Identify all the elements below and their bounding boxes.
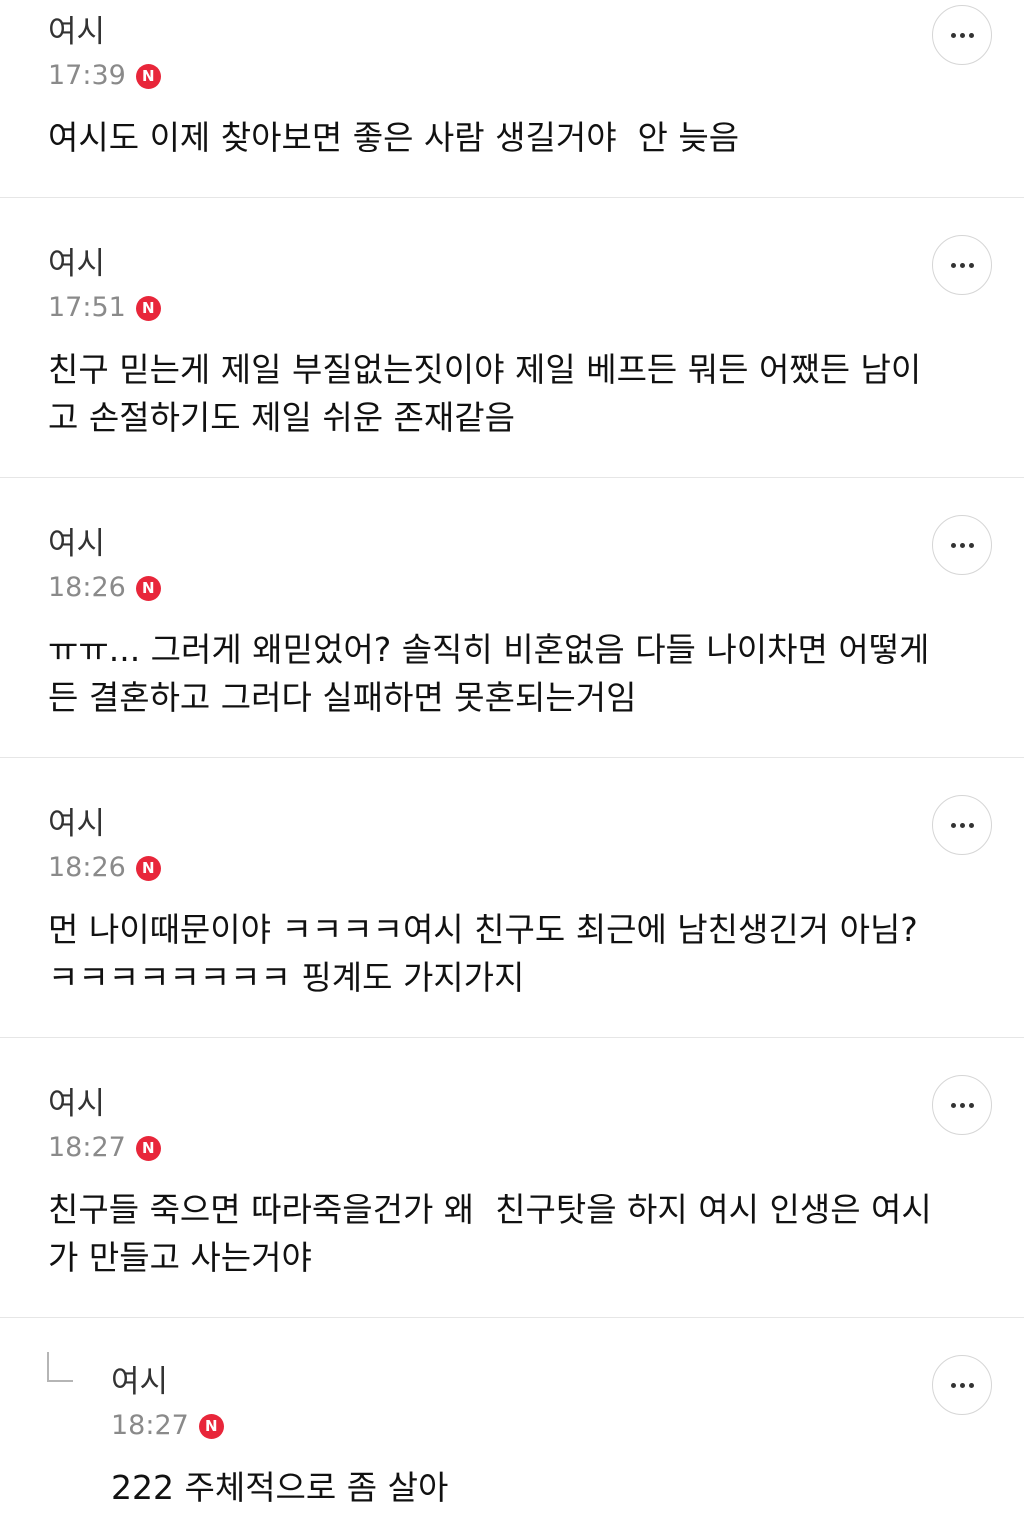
comment-meta: 17:39 N	[48, 56, 944, 96]
more-options-button[interactable]	[932, 1075, 992, 1135]
reply-text: 222 주체적으로 좀 살아	[111, 1468, 449, 1507]
comment-time: 18:27	[48, 1132, 126, 1163]
comment-content: 여시 17:39 N 여시도 이제 찾아보면 좋은 사람 생길거야 안 늦음	[48, 12, 944, 162]
more-options-button[interactable]	[932, 235, 992, 295]
new-badge-icon: N	[135, 855, 161, 881]
new-badge-icon: N	[135, 1135, 161, 1161]
new-badge-icon: N	[198, 1413, 224, 1439]
reply-author[interactable]: 여시	[111, 1362, 944, 1402]
comment-time: 18:26	[48, 572, 126, 603]
comment-content: 여시 18:27 N 친구들 죽으면 따라죽을건가 왜 친구탓을 하지 여시 인…	[48, 1084, 944, 1282]
more-horizontal-icon	[950, 262, 974, 268]
comment-text: 여시도 이제 찾아보면 좋은 사람 생길거야 안 늦음	[48, 118, 740, 157]
comment-content: 여시 18:26 N 먼 나이때문이야 ㅋㅋㅋㅋ여시 친구도 최근에 남친생긴거…	[48, 804, 944, 1002]
comment-item: 여시 17:39 N 여시도 이제 찾아보면 좋은 사람 생길거야 안 늦음	[0, 0, 1024, 198]
reply-item: 여시 18:27 N 222 주체적으로 좀 살아	[0, 1318, 1024, 1538]
comment-item: 여시 17:51 N 친구 믿는게 제일 부질없는짓이야 제일 베프든 뭐든 어…	[0, 198, 1024, 478]
reply-meta: 18:27 N	[111, 1406, 944, 1446]
comment-author[interactable]: 여시	[48, 12, 944, 52]
comment-item: 여시 18:26 N ㅠㅠ... 그러게 왜믿었어? 솔직히 비혼없음 다들 나…	[0, 478, 1024, 758]
more-horizontal-icon	[950, 1382, 974, 1388]
comment-author[interactable]: 여시	[48, 524, 944, 564]
comment-text: 먼 나이때문이야 ㅋㅋㅋㅋ여시 친구도 최근에 남친생긴거 아님? ㅋㅋㅋㅋㅋㅋ…	[48, 910, 918, 997]
comment-text: 친구 믿는게 제일 부질없는짓이야 제일 베프든 뭐든 어쨌든 남이 고 손절하…	[48, 350, 922, 437]
reply-time: 18:27	[111, 1410, 189, 1441]
comment-item: 여시 18:26 N 먼 나이때문이야 ㅋㅋㅋㅋ여시 친구도 최근에 남친생긴거…	[0, 758, 1024, 1038]
comment-meta: 17:51 N	[48, 288, 944, 328]
comment-author[interactable]: 여시	[48, 1084, 944, 1124]
comment-author[interactable]: 여시	[48, 804, 944, 844]
more-options-button[interactable]	[932, 5, 992, 65]
comment-list: 여시 17:39 N 여시도 이제 찾아보면 좋은 사람 생길거야 안 늦음 여…	[0, 0, 1024, 1538]
reply-arrow-icon	[47, 1352, 73, 1382]
more-horizontal-icon	[950, 542, 974, 548]
comment-time: 17:51	[48, 292, 126, 323]
comment-time: 17:39	[48, 60, 126, 91]
more-options-button[interactable]	[932, 795, 992, 855]
more-horizontal-icon	[950, 1102, 974, 1108]
new-badge-icon: N	[135, 63, 161, 89]
comment-meta: 18:26 N	[48, 848, 944, 888]
comment-meta: 18:26 N	[48, 568, 944, 608]
new-badge-icon: N	[135, 295, 161, 321]
comment-time: 18:26	[48, 852, 126, 883]
new-badge-icon: N	[135, 575, 161, 601]
comment-text: 친구들 죽으면 따라죽을건가 왜 친구탓을 하지 여시 인생은 여시 가 만들고…	[48, 1190, 932, 1277]
more-horizontal-icon	[950, 822, 974, 828]
comment-text: ㅠㅠ... 그러게 왜믿었어? 솔직히 비혼없음 다들 나이차면 어떻게 든 결…	[48, 630, 930, 717]
comment-meta: 18:27 N	[48, 1128, 944, 1168]
comment-content: 여시 18:26 N ㅠㅠ... 그러게 왜믿었어? 솔직히 비혼없음 다들 나…	[48, 524, 944, 722]
reply-content: 여시 18:27 N 222 주체적으로 좀 살아	[111, 1362, 944, 1512]
comment-item: 여시 18:27 N 친구들 죽으면 따라죽을건가 왜 친구탓을 하지 여시 인…	[0, 1038, 1024, 1318]
more-options-button[interactable]	[932, 515, 992, 575]
comment-author[interactable]: 여시	[48, 244, 944, 284]
comment-content: 여시 17:51 N 친구 믿는게 제일 부질없는짓이야 제일 베프든 뭐든 어…	[48, 244, 944, 442]
more-options-button[interactable]	[932, 1355, 992, 1415]
more-horizontal-icon	[950, 32, 974, 38]
